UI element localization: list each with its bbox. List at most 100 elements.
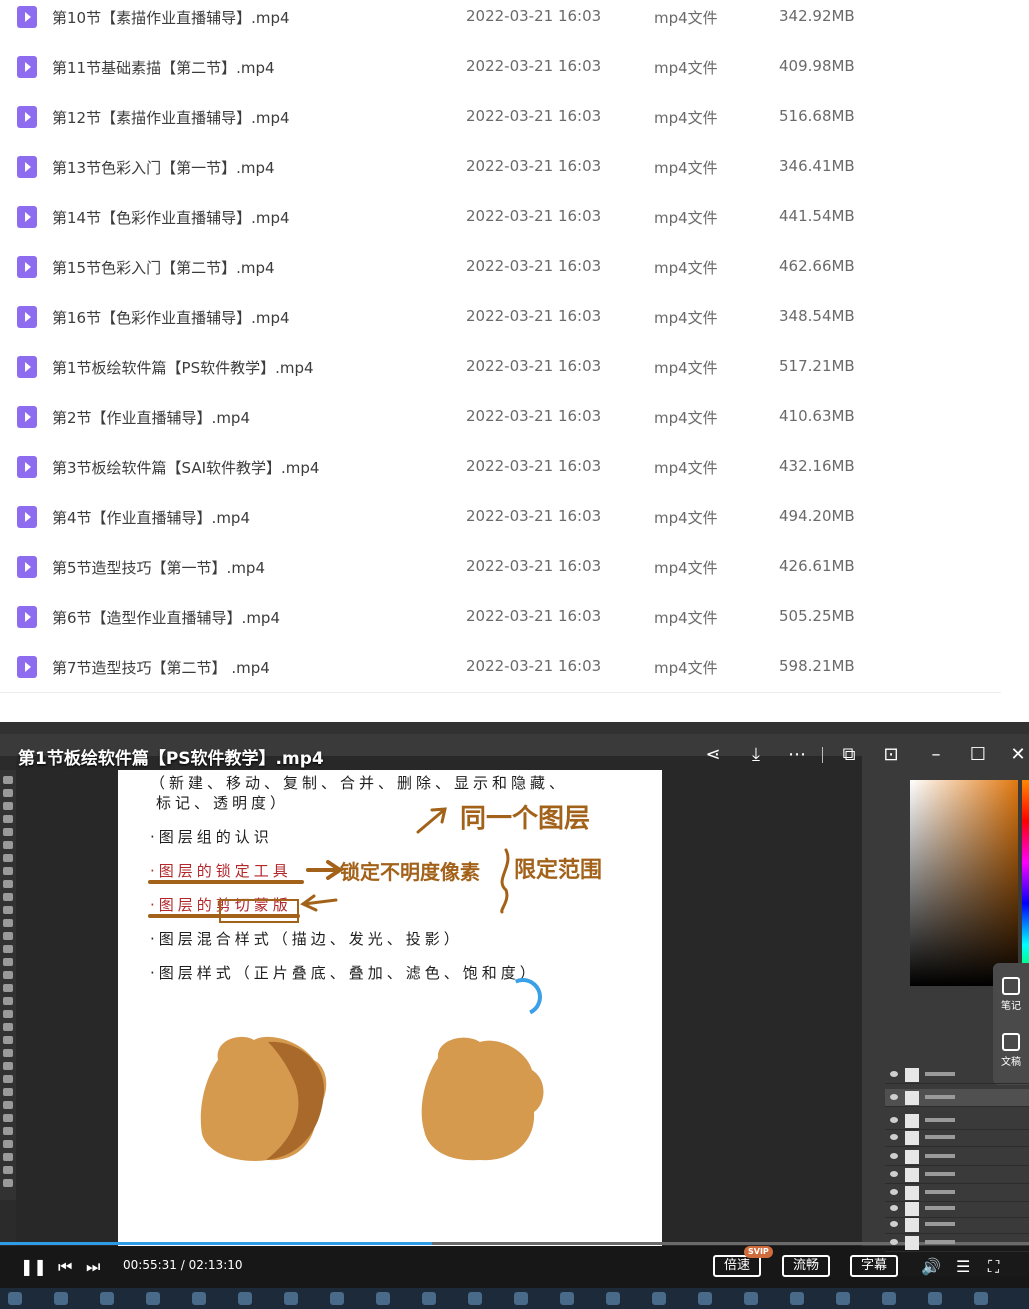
file-type: mp4文件 [654, 109, 718, 127]
file-row[interactable]: 第1节板绘软件篇【PS软件教学】.mp4 2022-03-21 16:03 mp4文… [0, 342, 1001, 392]
file-row[interactable]: 第12节【素描作业直播辅导】.mp4 2022-03-21 16:03 mp4文件 5… [0, 92, 1001, 142]
video-taskbar-item [422, 1292, 436, 1305]
video-ps-tool [3, 867, 13, 875]
close-icon[interactable]: ✕ [1007, 744, 1029, 766]
pin-window-icon[interactable]: ⊡ [880, 744, 902, 766]
layer-label-placeholder [925, 1154, 955, 1158]
file-name: 第1节板绘软件篇【PS软件教学】.mp4 [52, 359, 314, 377]
picture-in-picture-icon[interactable]: ⧉ [838, 744, 860, 766]
video-taskbar-item [514, 1292, 528, 1305]
file-name: 第15节色彩入门【第二节】.mp4 [52, 259, 275, 277]
document-button[interactable]: 文稿 [993, 1033, 1029, 1068]
file-row[interactable]: 第10节【素描作业直播辅导】.mp4 2022-03-21 16:03 mp4文件 3… [0, 0, 1001, 42]
file-size: 494.20MB [779, 507, 855, 525]
file-row[interactable]: 第16节【色彩作业直播辅导】.mp4 2022-03-21 16:03 mp4文件 3… [0, 292, 1001, 342]
file-row[interactable]: 第6节【造型作业直播辅导】.mp4 2022-03-21 16:03 mp4文件 50… [0, 592, 1001, 642]
video-ps-tool [3, 1101, 13, 1109]
speed-button[interactable]: 倍速 [713, 1255, 761, 1277]
video-file-icon [17, 156, 37, 178]
playlist-icon[interactable]: ☰ [956, 1257, 970, 1277]
file-date: 2022-03-21 16:03 [466, 557, 602, 575]
file-date: 2022-03-21 16:03 [466, 457, 602, 475]
video-file-icon [17, 356, 37, 378]
video-file-icon [17, 206, 37, 228]
list-divider [0, 692, 1001, 693]
file-name: 第13节色彩入门【第一节】.mp4 [52, 159, 275, 177]
maximize-icon[interactable]: ☐ [967, 744, 989, 766]
file-name: 第7节造型技巧【第二节】 .mp4 [52, 659, 270, 677]
video-ps-tool [3, 919, 13, 927]
volume-icon[interactable]: 🔊 [921, 1257, 941, 1277]
video-file-icon [17, 256, 37, 278]
eye-icon [890, 1153, 898, 1159]
file-row[interactable]: 第15节色彩入门【第二节】.mp4 2022-03-21 16:03 mp4文件 46… [0, 242, 1001, 292]
video-ps-tool [3, 1127, 13, 1135]
eye-icon [890, 1239, 898, 1245]
next-icon[interactable]: ⏭ [86, 1257, 100, 1277]
file-type: mp4文件 [654, 409, 718, 427]
video-taskbar-item [652, 1292, 666, 1305]
file-row[interactable]: 第4节【作业直播辅导】.mp4 2022-03-21 16:03 mp4文件 494.… [0, 492, 1001, 542]
file-row[interactable]: 第7节造型技巧【第二节】 .mp4 2022-03-21 16:03 mp4文件 59… [0, 642, 1001, 692]
file-row[interactable]: 第2节【作业直播辅导】.mp4 2022-03-21 16:03 mp4文件 410.… [0, 392, 1001, 442]
video-taskbar-item [54, 1292, 68, 1305]
file-row[interactable]: 第11节基础素描【第二节】.mp4 2022-03-21 16:03 mp4文件 40… [0, 42, 1001, 92]
file-row[interactable]: 第14节【色彩作业直播辅导】.mp4 2022-03-21 16:03 mp4文件 4… [0, 192, 1001, 242]
file-size: 342.92MB [779, 7, 855, 25]
layer-label-placeholder [925, 1206, 955, 1210]
video-taskbar-item [882, 1292, 896, 1305]
video-taskbar-item [376, 1292, 390, 1305]
file-row[interactable]: 第13节色彩入门【第一节】.mp4 2022-03-21 16:03 mp4文件 34… [0, 142, 1001, 192]
download-icon[interactable]: ⤓ [745, 744, 767, 766]
file-size: 432.16MB [779, 457, 855, 475]
layer-thumbnail [905, 1114, 919, 1128]
file-row[interactable]: 第3节板绘软件篇【SAI软件教学】.mp4 2022-03-21 16:03 mp4… [0, 442, 1001, 492]
layer-thumbnail [905, 1091, 919, 1105]
share-icon[interactable]: ⋖ [702, 744, 724, 766]
file-name: 第4节【作业直播辅导】.mp4 [52, 509, 250, 527]
subtitle-button[interactable]: 字幕 [850, 1255, 898, 1277]
video-ps-tool [3, 1088, 13, 1096]
video-ps-layer-row [885, 1089, 1029, 1107]
file-list-scroll-gap [1001, 0, 1029, 722]
video-player[interactable]: （新建、移动、复制、合并、删除、显示和隐藏、 标记、透明度） ·图层组的认识 ·… [0, 722, 1029, 1309]
quality-button[interactable]: 流畅 [782, 1255, 830, 1277]
notes-button[interactable]: 笔记 [993, 977, 1029, 1012]
video-file-icon [17, 306, 37, 328]
file-date: 2022-03-21 16:03 [466, 357, 602, 375]
fullscreen-icon[interactable]: ⛶ [988, 1257, 999, 1277]
time-readout: 00:55:31 / 02:13:10 [123, 1258, 243, 1272]
file-size: 441.54MB [779, 207, 855, 225]
video-ps-tool [3, 971, 13, 979]
video-taskbar-item [928, 1292, 942, 1305]
video-os-taskbar [0, 1288, 1029, 1309]
file-type: mp4文件 [654, 259, 718, 277]
previous-icon[interactable]: ⏮ [58, 1257, 72, 1277]
layer-thumbnail [905, 1150, 919, 1164]
video-slide: （新建、移动、复制、合并、删除、显示和隐藏、 标记、透明度） ·图层组的认识 ·… [118, 770, 662, 1246]
video-taskbar-item [698, 1292, 712, 1305]
pause-icon[interactable]: ❚❚ [20, 1257, 47, 1277]
file-row[interactable]: 第5节造型技巧【第一节】.mp4 2022-03-21 16:03 mp4文件 426… [0, 542, 1001, 592]
layer-label-placeholder [925, 1222, 955, 1226]
video-ps-tool [3, 789, 13, 797]
video-ps-tool [3, 1036, 13, 1044]
video-ps-tool [3, 906, 13, 914]
more-icon[interactable]: ⋯ [786, 744, 808, 766]
file-date: 2022-03-21 16:03 [466, 607, 602, 625]
toolbar-divider [822, 747, 823, 763]
video-ps-tool [3, 1023, 13, 1031]
file-type: mp4文件 [654, 309, 718, 327]
file-size: 505.25MB [779, 607, 855, 625]
file-name: 第11节基础素描【第二节】.mp4 [52, 59, 275, 77]
layer-thumbnail [905, 1068, 919, 1082]
minimize-icon[interactable]: – [925, 744, 947, 766]
file-size: 426.61MB [779, 557, 855, 575]
video-taskbar-item [836, 1292, 850, 1305]
video-ps-menubar [0, 722, 1029, 734]
file-name: 第10节【素描作业直播辅导】.mp4 [52, 9, 290, 27]
progress-bar[interactable] [0, 1242, 1029, 1245]
file-date: 2022-03-21 16:03 [466, 307, 602, 325]
layer-label-placeholder [925, 1172, 955, 1176]
video-taskbar-item [8, 1292, 22, 1305]
